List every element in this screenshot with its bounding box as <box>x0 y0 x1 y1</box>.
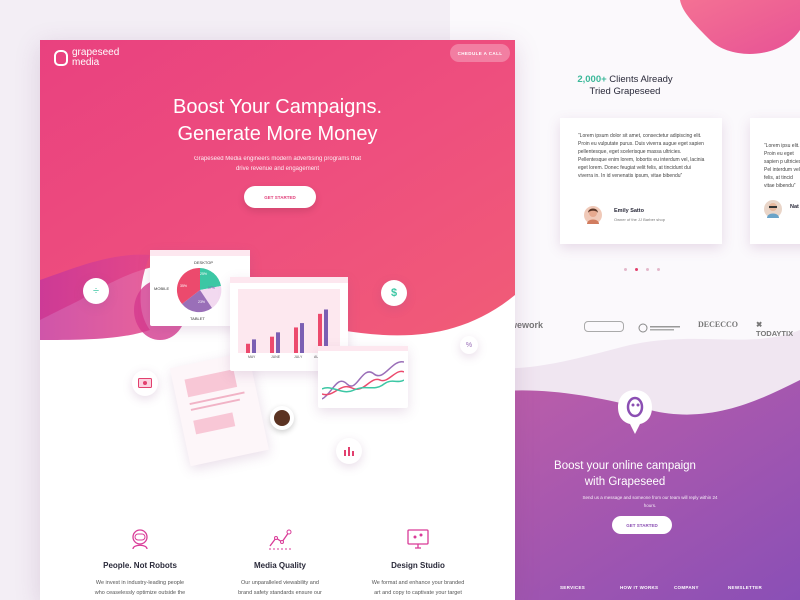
astronaut-icon <box>132 529 148 550</box>
bar-mark <box>252 339 256 353</box>
testimonial-card: “Lorem ipsum dolor sit amet, consectetur… <box>560 118 722 244</box>
bar-chart-icon <box>336 438 362 464</box>
brand-dececco-logo: DECECCO <box>698 320 739 329</box>
coffee-icon <box>270 406 294 430</box>
line-chart <box>322 361 404 400</box>
brand-todaytix-label: TODAYTIX <box>756 329 794 338</box>
dollar-icon: $ <box>381 280 407 306</box>
testimonial-card: “Lorem ipsu elit. Proin eu eget sapien p… <box>750 118 800 244</box>
footer-link-newsletter[interactable]: NEWSLETTER <box>728 585 762 590</box>
cta-section-subtitle: Send us a message and someone from our t… <box>582 495 718 508</box>
get-started-button-secondary[interactable]: GET STARTED <box>612 516 672 534</box>
feature-text: We invest in industry-leading people who… <box>94 580 186 596</box>
pie-label-tablet: TABLET <box>190 316 205 321</box>
hero-title-line2: Generate More Money <box>177 123 378 145</box>
bar-mark <box>246 343 250 353</box>
brand-logo-emblem <box>584 321 624 332</box>
feature-design-studio: Design Studio We format and enhance your… <box>358 528 478 598</box>
brand-logo-crest <box>638 320 682 333</box>
feature-title: Design Studio <box>391 561 445 570</box>
feature-text: We format and enhance your branded art a… <box>371 580 465 596</box>
pie-pct-4: 23% <box>198 300 206 304</box>
bar-mark <box>270 336 274 353</box>
clients-count: 2,000+ <box>577 74 607 85</box>
pie-label-desktop: DESKTOP <box>194 260 214 265</box>
pie-label-mobile: MOBILE <box>154 286 170 291</box>
feature-title: People. Not Robots <box>103 561 177 570</box>
percent-icon: % <box>460 336 478 354</box>
testimonial-quote: “Lorem ipsu elit. Proin eu eget sapien p… <box>764 143 800 189</box>
bar-mark <box>276 332 280 353</box>
hero-subtitle: Grapeseed Media engineers modern adverti… <box>193 156 362 172</box>
clients-title-rest: Clients Already <box>609 74 673 85</box>
hero-title-line1: Boost Your Campaigns. <box>172 96 383 118</box>
testimonial-name: Emily Satto <box>614 208 644 214</box>
line-graph-icon <box>269 529 292 550</box>
carousel-dot[interactable] <box>646 268 649 271</box>
testimonial-name: Nat <box>790 204 799 210</box>
testimonial-quote: “Lorem ipsum dolor sit amet, consectetur… <box>578 133 705 179</box>
pie-pct-2: 25% <box>200 272 208 276</box>
clients-title-line2: Tried Grapeseed <box>589 86 661 97</box>
carousel-dot[interactable] <box>624 268 627 271</box>
testimonial-role: Owner of the JJ Barber shop <box>614 217 665 222</box>
monitor-icon <box>407 529 429 549</box>
landing-page-mockup: grapeseed media CHEDULE A CALL Boost You… <box>40 40 515 600</box>
schedule-call-button[interactable]: CHEDULE A CALL <box>450 44 510 62</box>
feature-people: People. Not Robots We invest in industry… <box>80 528 200 598</box>
footer-link-company[interactable]: COMPANY <box>674 585 699 590</box>
line-chart-card <box>318 346 408 408</box>
bar-mark <box>294 327 298 353</box>
footer-link-services[interactable]: SERVICES <box>560 585 585 590</box>
pie-pct-3: 17% <box>208 286 216 290</box>
brand-logo[interactable]: grapeseed media <box>54 48 119 68</box>
carousel-dot-active[interactable] <box>635 268 638 271</box>
brand-todaytix-logo: ✖ TODAYTIX <box>756 320 794 338</box>
get-started-button[interactable]: GET STARTED <box>244 186 316 208</box>
pie-pct-1: 35% <box>180 284 188 288</box>
grapeseed-logo-icon <box>54 50 68 66</box>
carousel-dots[interactable] <box>624 268 660 271</box>
bar-label: JUNE <box>271 355 281 359</box>
avatar <box>584 206 602 224</box>
bar-label: MAY <box>248 355 256 359</box>
divide-icon: ÷ <box>83 278 109 304</box>
bar-chart <box>246 309 328 353</box>
brand-name-line2: media <box>72 57 100 68</box>
hero-title: Boost Your Campaigns. Generate More Mone… <box>40 94 515 148</box>
carousel-dot[interactable] <box>657 268 660 271</box>
brand-logos-row: wework DECECCO ✖ TODAYTIX <box>510 320 800 338</box>
footer-link-how-it-works[interactable]: HOW IT WORKS <box>620 585 658 590</box>
money-icon <box>132 370 158 396</box>
feature-text: Our unparalleled viewability and brand s… <box>238 580 322 596</box>
avatar <box>764 200 782 218</box>
cta-title-line1: Boost your online campaign <box>554 460 696 472</box>
grapeseed-marker-icon <box>618 390 652 434</box>
bar-mark <box>300 323 304 353</box>
feature-title: Media Quality <box>253 561 306 570</box>
cta-title-line2: with Grapeseed <box>584 476 666 488</box>
feature-media-quality: Media Quality Our unparalleled viewabili… <box>220 528 340 598</box>
bar-label: JULY <box>294 355 303 359</box>
